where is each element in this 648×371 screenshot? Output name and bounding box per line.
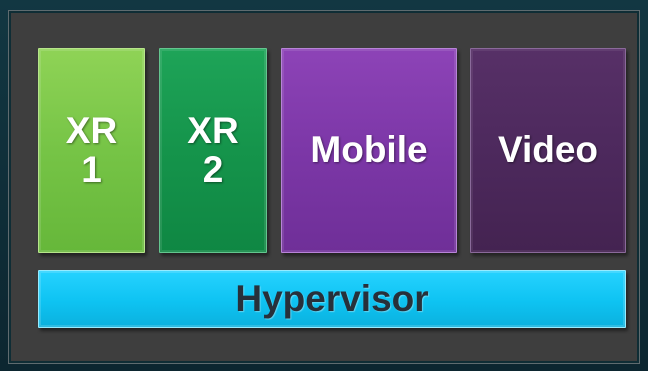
mobile-label: Mobile bbox=[310, 129, 428, 171]
diagram-stage: XR 1 XR 2 Mobile Video Hypervisor bbox=[0, 0, 648, 371]
mobile-block: Mobile bbox=[281, 48, 457, 253]
video-label: Video bbox=[497, 129, 599, 171]
hypervisor-label: Hypervisor bbox=[235, 277, 429, 319]
hypervisor-block: Hypervisor bbox=[38, 270, 626, 328]
xr1-label: XR 1 bbox=[65, 109, 118, 190]
xr2-label: XR 2 bbox=[187, 109, 239, 190]
video-block: Video bbox=[470, 48, 626, 253]
xr1-block: XR 1 bbox=[38, 48, 145, 253]
xr2-block: XR 2 bbox=[159, 48, 267, 253]
